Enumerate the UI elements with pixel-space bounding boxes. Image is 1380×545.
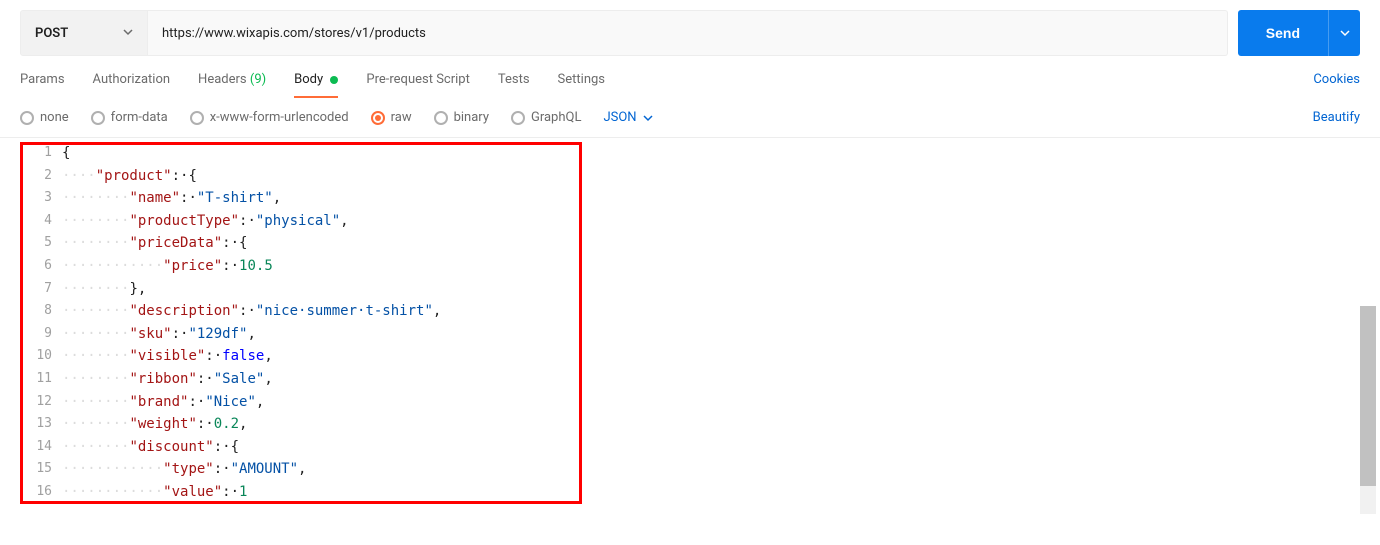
radio-icon [190, 111, 204, 125]
line-number: 7 [20, 278, 62, 301]
radio-icon [434, 111, 448, 125]
code-content: ········"discount":·{ [62, 436, 1360, 459]
code-content: ········"priceData":·{ [62, 232, 1360, 255]
radio-icon [91, 111, 105, 125]
line-number: 14 [20, 436, 62, 459]
body-type-raw[interactable]: raw [371, 110, 412, 125]
body-type-urlencoded[interactable]: x-www-form-urlencoded [190, 110, 349, 125]
radio-checked-icon [371, 111, 385, 125]
code-content: ········"description":·"nice·summer·t-sh… [62, 300, 1360, 323]
code-line[interactable]: 2····"product":·{ [20, 165, 1360, 188]
code-content: ········"sku":·"129df", [62, 323, 1360, 346]
line-number: 10 [20, 345, 62, 368]
code-line[interactable]: 1{ [20, 142, 1360, 165]
vertical-scrollbar[interactable] [1360, 306, 1376, 514]
line-number: 1 [20, 142, 62, 165]
tab-body-label: Body [294, 72, 323, 87]
code-content: ····"product":·{ [62, 165, 1360, 188]
code-line[interactable]: 4········"productType":·"physical", [20, 210, 1360, 233]
code-editor[interactable]: 1{2····"product":·{3········"name":·"T-s… [20, 142, 1360, 504]
line-number: 11 [20, 368, 62, 391]
chevron-down-icon [123, 26, 133, 41]
tab-headers[interactable]: Headers (9) [198, 72, 266, 97]
line-number: 9 [20, 323, 62, 346]
body-type-none[interactable]: none [20, 110, 69, 125]
body-type-graphql[interactable]: GraphQL [511, 110, 581, 125]
code-content: ········"name":·"T-shirt", [62, 187, 1360, 210]
code-line[interactable]: 3········"name":·"T-shirt", [20, 187, 1360, 210]
cookies-link[interactable]: Cookies [1313, 72, 1360, 97]
code-content: ············"type":·"AMOUNT", [62, 458, 1360, 481]
editor-area: 1{2····"product":·{3········"name":·"T-s… [0, 138, 1380, 514]
tab-params[interactable]: Params [20, 72, 65, 97]
request-tabs: Params Authorization Headers (9) Body Pr… [0, 56, 1380, 98]
dirty-indicator-icon [330, 76, 338, 84]
code-content: ········"brand":·"Nice", [62, 391, 1360, 414]
line-number: 12 [20, 391, 62, 414]
code-content: { [62, 142, 1360, 165]
url-value: https://www.wixapis.com/stores/v1/produc… [162, 26, 426, 41]
tab-settings[interactable]: Settings [558, 72, 605, 97]
line-number: 3 [20, 187, 62, 210]
chevron-down-icon [1340, 28, 1350, 38]
line-number: 6 [20, 255, 62, 278]
code-content: ········"visible":·false, [62, 345, 1360, 368]
body-type-binary[interactable]: binary [434, 110, 489, 125]
code-line[interactable]: 16············"value":·1 [20, 481, 1360, 504]
tab-prerequest[interactable]: Pre-request Script [366, 72, 469, 97]
body-language-select[interactable]: JSON [603, 110, 652, 125]
body-type-row: none form-data x-www-form-urlencoded raw… [0, 98, 1380, 138]
chevron-down-icon [643, 113, 653, 123]
headers-count: (9) [250, 72, 266, 87]
code-line[interactable]: 6············"price":·10.5 [20, 255, 1360, 278]
line-number: 2 [20, 165, 62, 188]
line-number: 8 [20, 300, 62, 323]
code-content: ············"value":·1 [62, 481, 1360, 504]
tab-tests[interactable]: Tests [498, 72, 530, 97]
scroll-thumb[interactable] [1360, 306, 1376, 486]
code-content: ············"price":·10.5 [62, 255, 1360, 278]
tab-authorization[interactable]: Authorization [93, 72, 171, 97]
code-line[interactable]: 5········"priceData":·{ [20, 232, 1360, 255]
url-input[interactable]: https://www.wixapis.com/stores/v1/produc… [148, 10, 1228, 56]
code-line[interactable]: 14········"discount":·{ [20, 436, 1360, 459]
code-line[interactable]: 11········"ribbon":·"Sale", [20, 368, 1360, 391]
beautify-button[interactable]: Beautify [1313, 110, 1360, 125]
code-content: ········"weight":·0.2, [62, 413, 1360, 436]
line-number: 16 [20, 481, 62, 504]
code-line[interactable]: 8········"description":·"nice·summer·t-s… [20, 300, 1360, 323]
method-select[interactable]: POST [20, 10, 148, 56]
radio-icon [511, 111, 525, 125]
code-content: ········}, [62, 278, 1360, 301]
line-number: 15 [20, 458, 62, 481]
tab-body[interactable]: Body [294, 72, 338, 97]
code-line[interactable]: 12········"brand":·"Nice", [20, 391, 1360, 414]
code-line[interactable]: 15············"type":·"AMOUNT", [20, 458, 1360, 481]
code-line[interactable]: 10········"visible":·false, [20, 345, 1360, 368]
send-dropdown-button[interactable] [1328, 10, 1360, 56]
line-number: 5 [20, 232, 62, 255]
line-number: 4 [20, 210, 62, 233]
request-bar: POST https://www.wixapis.com/stores/v1/p… [0, 0, 1380, 56]
send-button[interactable]: Send [1238, 10, 1328, 56]
radio-icon [20, 111, 34, 125]
tab-headers-label: Headers [198, 72, 247, 87]
code-line[interactable]: 9········"sku":·"129df", [20, 323, 1360, 346]
code-line[interactable]: 7········}, [20, 278, 1360, 301]
code-content: ········"ribbon":·"Sale", [62, 368, 1360, 391]
method-value: POST [35, 26, 68, 41]
code-content: ········"productType":·"physical", [62, 210, 1360, 233]
body-type-formdata[interactable]: form-data [91, 110, 168, 125]
send-button-group: Send [1238, 10, 1360, 56]
line-number: 13 [20, 413, 62, 436]
code-line[interactable]: 13········"weight":·0.2, [20, 413, 1360, 436]
